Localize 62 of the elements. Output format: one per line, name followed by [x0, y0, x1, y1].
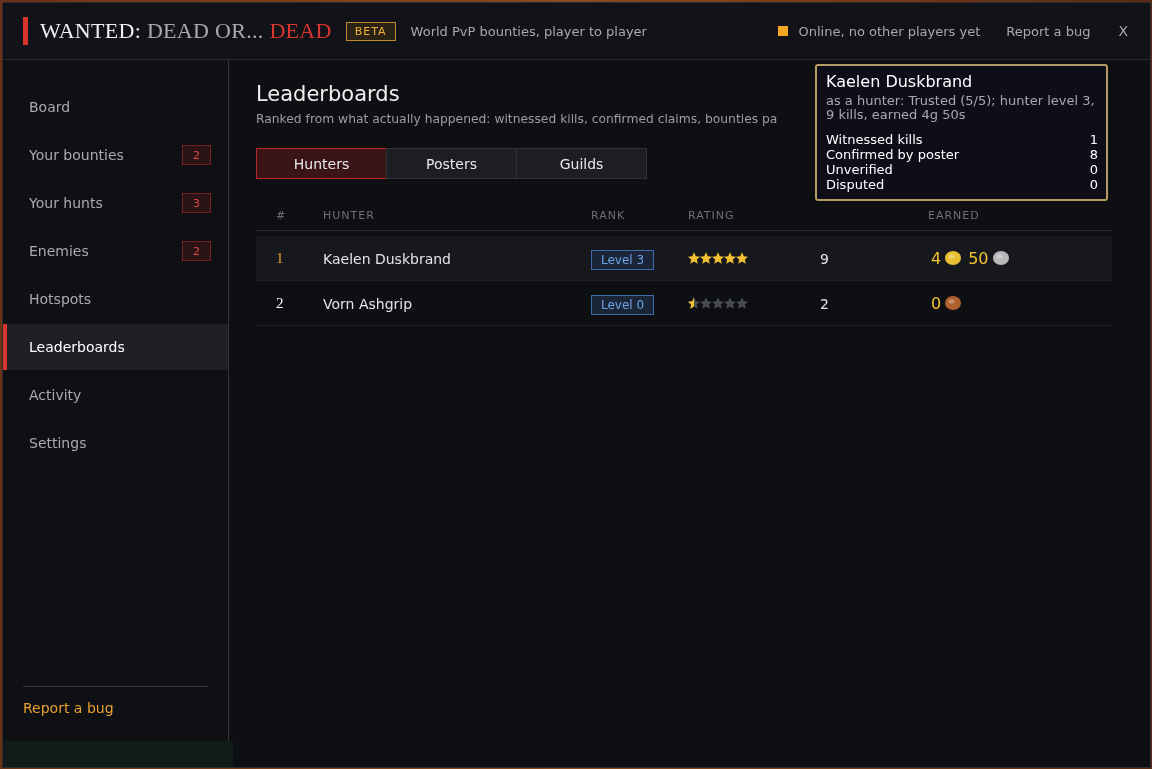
star-icon [736, 296, 748, 309]
sidebar-item[interactable]: Board [0, 84, 228, 130]
stat-label: Unverified [826, 163, 893, 179]
page-subtitle: Ranked from what actually happened: witnessed kills, confirmed claims, bounties pa [256, 112, 778, 126]
column-header: HUNTER [323, 209, 376, 222]
star-icon [724, 296, 736, 309]
stat-label: Disputed [826, 178, 885, 194]
stat-value: 8 [1089, 148, 1098, 164]
star-icon [724, 251, 736, 264]
rank-number: 2 [276, 294, 284, 312]
stat-value: 0 [1089, 178, 1098, 194]
sidebar-item[interactable]: Leaderboards [3, 324, 228, 370]
stat-label: Confirmed by poster [826, 148, 960, 164]
status-text: Online, no other players yet [798, 23, 981, 39]
sidebar-item[interactable]: Settings [0, 420, 228, 466]
table-row[interactable]: 2 Vorn Ashgrip Level 0 2 0 [256, 281, 1112, 326]
coin-amount: 50 [968, 248, 989, 268]
kills-count: 9 [820, 250, 829, 267]
report-bug-link[interactable]: Report a bug [1006, 23, 1091, 39]
hunter-name: Kaelen Duskbrand [323, 250, 451, 267]
tab[interactable]: Guilds [516, 148, 647, 179]
sidebar-item[interactable]: Activity [0, 372, 228, 418]
count-badge: 2 [182, 145, 211, 165]
sidebar-item[interactable]: Your bounties 2 [0, 132, 228, 178]
tagline: World PvP bounties, player to player [410, 23, 647, 39]
title-accent-bar [23, 17, 28, 45]
stat-value: 1 [1089, 133, 1098, 149]
app-title: WANTED: DEAD OR... DEAD [40, 18, 332, 44]
column-header: # [275, 209, 288, 222]
level-badge: Level 3 [591, 249, 655, 270]
tab[interactable]: Posters [386, 148, 517, 179]
column-header: RATING [688, 209, 736, 222]
sidebar-item[interactable]: Your hunts 3 [0, 180, 228, 226]
tooltip-title: Kaelen Duskbrand [826, 72, 974, 91]
stat-value: 0 [1089, 163, 1098, 179]
beta-badge: BETA [345, 21, 396, 41]
sidebar-item[interactable]: Enemies 2 [0, 228, 228, 274]
level-badge: Level 0 [591, 294, 655, 315]
column-header: RANK [591, 209, 627, 222]
close-button[interactable]: X [1114, 21, 1132, 41]
report-bug-link[interactable]: Report a bug [23, 700, 114, 716]
column-header: EARNED [928, 209, 981, 222]
count-badge: 2 [182, 241, 211, 261]
tooltip-summary: as a hunter: Trusted (5/5); hunter level 3, 9 kills, earned 4g 50s [826, 94, 1096, 122]
stat-label: Witnessed kills [826, 133, 923, 149]
table-row[interactable]: 1 Kaelen Duskbrand Level 3 9 4 50 [256, 236, 1112, 281]
hunter-name: Vorn Ashgrip [323, 295, 413, 312]
coin-amount: 4 [931, 248, 942, 268]
star-icon [700, 251, 712, 264]
rank-number: 1 [276, 249, 284, 267]
sidebar-item[interactable]: Hotspots [0, 276, 228, 322]
star-icon [736, 251, 748, 264]
star-icon [688, 251, 700, 264]
star-icon [688, 296, 700, 309]
tab[interactable]: Hunters [256, 148, 387, 179]
coin-amount: 0 [931, 293, 942, 313]
star-icon [700, 296, 712, 309]
star-icon [712, 296, 724, 309]
page-title: Leaderboards [256, 82, 400, 106]
star-icon [712, 251, 724, 264]
kills-count: 2 [820, 295, 829, 312]
count-badge: 3 [182, 193, 211, 213]
